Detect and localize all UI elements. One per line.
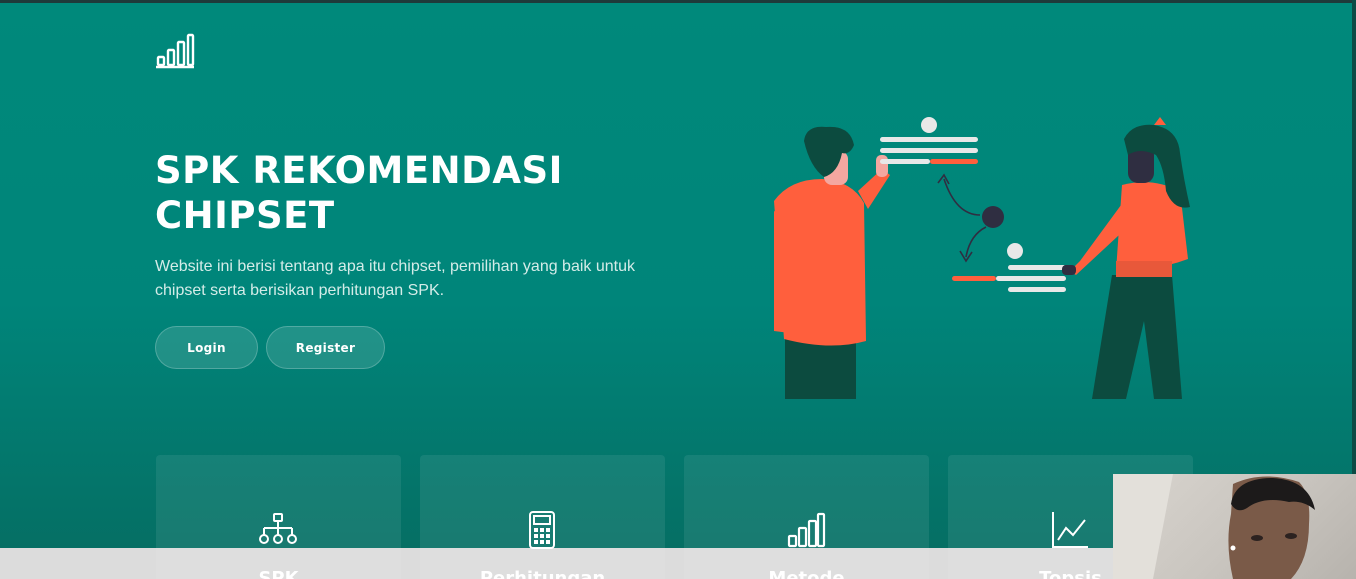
hero-subtitle: Website ini berisi tentang apa itu chips… [155,258,635,299]
bar-chart-logo-icon[interactable] [155,33,195,69]
card-metode[interactable]: Metode [684,455,929,579]
hero-section: SPK REKOMENDASI CHIPSET Website ini beri… [0,3,1352,579]
bottom-list-graphic [952,243,1066,292]
webcam-person-image [1113,474,1315,579]
bar-chart-icon [787,512,826,548]
calculator-icon [529,511,555,549]
title-line-2: CHIPSET [155,194,335,237]
card-label-spk: SPK [258,568,299,579]
card-perhitungan[interactable]: Perhitungan [420,455,665,579]
page-title: SPK REKOMENDASI CHIPSET [155,148,675,238]
card-label-metode: Metode [768,568,845,579]
register-button[interactable]: Register [266,326,385,369]
card-spk[interactable]: SPK [156,455,401,579]
webcam-overlay [1113,474,1356,579]
login-button[interactable]: Login [155,326,258,369]
card-label-perhitungan: Perhitungan [479,568,606,579]
sitemap-icon [259,513,297,544]
team-collaboration-illustration [774,117,1190,399]
top-list-graphic [880,117,978,164]
line-chart-icon [1052,512,1088,548]
man-figure [774,126,890,399]
title-line-1: SPK REKOMENDASI [155,149,563,192]
woman-figure [1062,117,1190,399]
